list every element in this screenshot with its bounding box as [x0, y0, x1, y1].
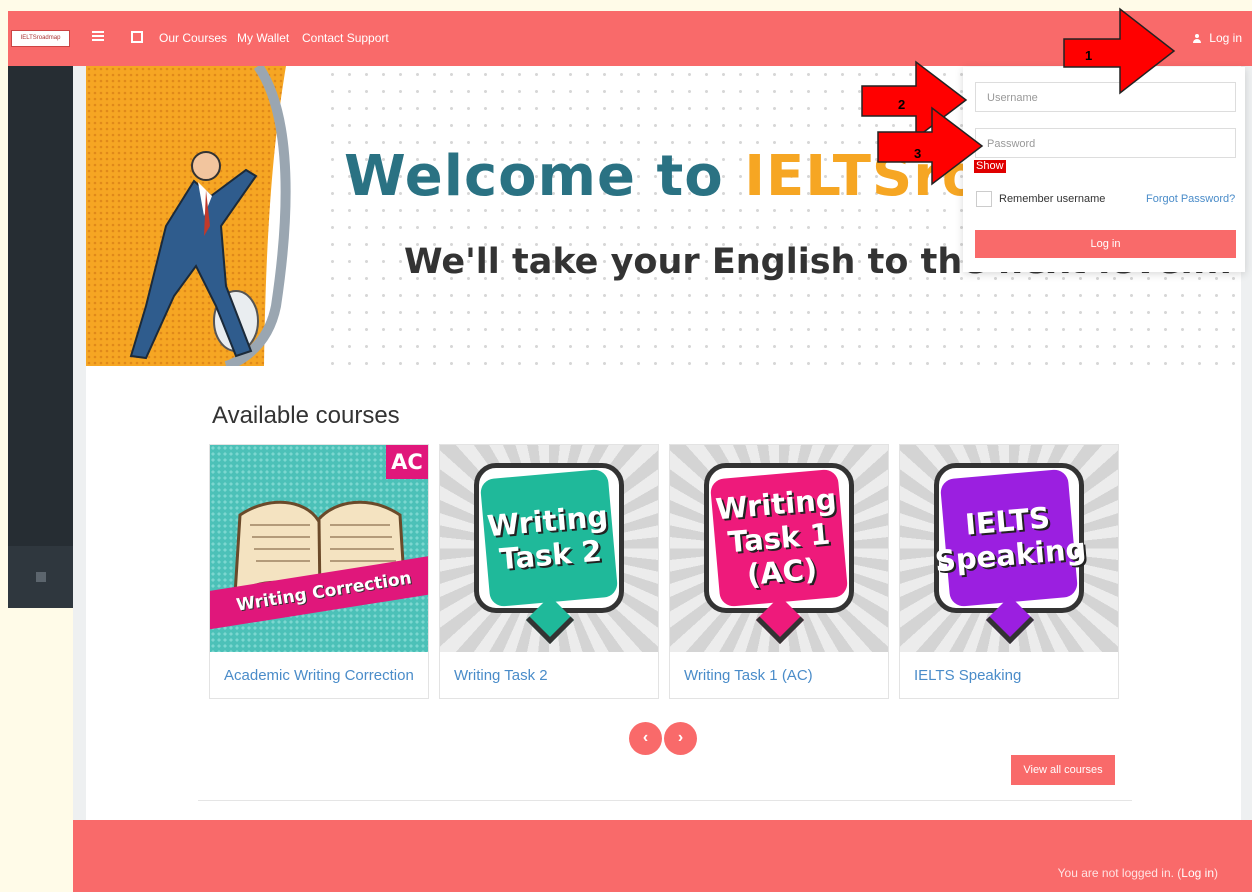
remember-username-checkbox[interactable] — [976, 191, 992, 207]
nav-link-my-wallet[interactable]: My Wallet — [237, 31, 289, 45]
course-title-link[interactable]: Writing Task 2 — [440, 652, 658, 698]
available-courses-heading: Available courses — [212, 402, 400, 429]
annotation-arrow-3 — [877, 106, 984, 186]
course-badge: AC — [386, 445, 428, 479]
navbar-login-link[interactable]: Log in — [1193, 31, 1242, 45]
forgot-password-link[interactable]: Forgot Password? — [1146, 193, 1235, 205]
section-divider — [198, 800, 1132, 801]
nav-link-contact-support[interactable]: Contact Support — [302, 31, 389, 45]
course-title-link[interactable]: Writing Task 1 (AC) — [670, 652, 888, 698]
login-dropdown: Username Password Show Remember username… — [963, 67, 1245, 272]
course-title-link[interactable]: IELTS Speaking — [900, 652, 1118, 698]
fullscreen-icon[interactable] — [131, 31, 143, 43]
footer-login-link[interactable]: Log in — [1181, 866, 1214, 880]
annotation-label-3: 3 — [914, 146, 922, 161]
user-icon — [1193, 34, 1202, 43]
site-logo[interactable]: IELTSroadmap — [11, 30, 70, 47]
password-field[interactable]: Password — [975, 128, 1236, 158]
side-drawer — [8, 66, 73, 608]
login-status: You are not logged in. (Log in) — [1057, 866, 1218, 880]
carousel-next-button[interactable]: › — [664, 722, 697, 755]
chevron-left-icon: ‹ — [642, 729, 649, 746]
course-image[interactable]: IELTS Speaking — [900, 445, 1118, 652]
calendar-icon[interactable] — [36, 572, 46, 582]
course-card[interactable]: Writing Task 1 (AC) Writing Task 1 (AC) — [669, 444, 889, 699]
login-submit-button[interactable]: Log in — [975, 230, 1236, 258]
course-card[interactable]: Writing Task 2 Writing Task 2 — [439, 444, 659, 699]
course-art-label: IELTS Speaking — [934, 468, 1087, 608]
menu-toggle-icon[interactable] — [92, 31, 104, 43]
sidebar-footer — [8, 546, 73, 608]
course-title-link[interactable]: Academic Writing Correction — [210, 652, 428, 698]
course-card[interactable]: IELTS Speaking IELTS Speaking — [899, 444, 1119, 699]
banner-illustration — [86, 66, 318, 366]
chevron-right-icon: › — [677, 729, 684, 746]
nav-link-our-courses[interactable]: Our Courses — [159, 31, 227, 45]
course-image[interactable]: Writing Task 2 — [440, 445, 658, 652]
annotation-label-1: 1 — [1085, 48, 1093, 63]
course-image[interactable]: AC Writing Correction — [210, 445, 428, 652]
navbar-login-label: Log in — [1209, 31, 1242, 45]
course-card[interactable]: AC Writing Correction Academic Writing C… — [209, 444, 429, 699]
course-art-label: Writing Task 2 — [479, 468, 619, 608]
view-all-courses-button[interactable]: View all courses — [1011, 755, 1115, 785]
course-image[interactable]: Writing Task 1 (AC) — [670, 445, 888, 652]
course-art-bubble: Writing Task 1 (AC) — [704, 463, 854, 613]
course-art-bubble: IELTS Speaking — [934, 463, 1087, 613]
page-footer: You are not logged in. (Log in) — [73, 820, 1252, 892]
annotation-arrow-1 — [1063, 7, 1176, 95]
course-art-label: Writing Task 1 (AC) — [709, 468, 849, 608]
carousel-prev-button[interactable]: ‹ — [629, 722, 662, 755]
remember-username-label[interactable]: Remember username — [999, 193, 1105, 205]
course-art-bubble: Writing Task 2 — [474, 463, 624, 613]
